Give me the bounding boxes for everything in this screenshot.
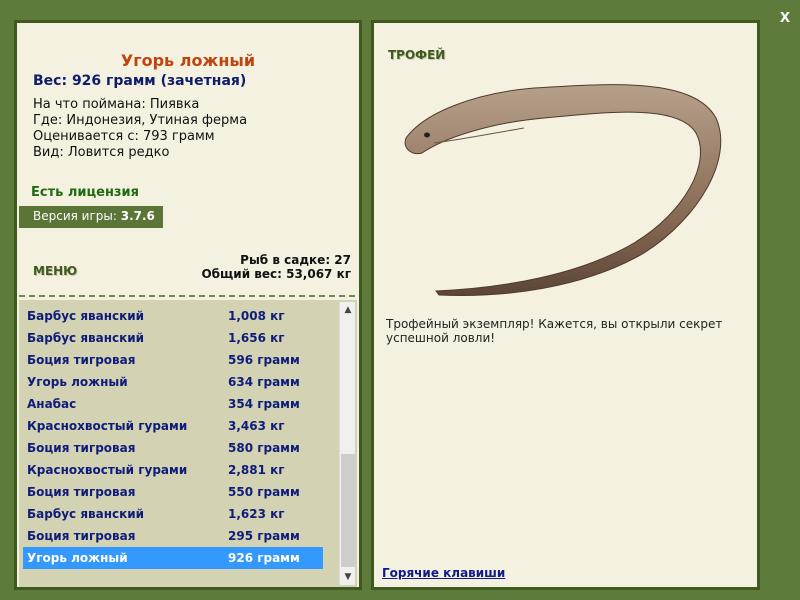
list-item[interactable]: Барбус яванский 1,623 кг xyxy=(23,503,323,525)
catch-list: Барбус яванский 1,008 кг Барбус яванский 1,… xyxy=(19,300,357,587)
catch-weight: 3,463 кг xyxy=(228,419,285,433)
scrollbar[interactable]: ▲ ▼ xyxy=(339,302,355,585)
fish-info-panel: Угорь ложный Вес: 926 грамм (зачетная) Н… xyxy=(14,20,362,590)
list-item[interactable]: Угорь ложный 634 грамм xyxy=(23,371,323,393)
catch-name: Барбус яванский xyxy=(27,331,145,345)
total-weight: Общий вес: 53,067 кг xyxy=(201,267,351,281)
catch-name: Боция тигровая xyxy=(27,353,136,367)
catch-name: Краснохвостый гурами xyxy=(27,463,188,477)
list-item[interactable]: Краснохвостый гурами 3,463 кг xyxy=(23,415,323,437)
catch-weight: 596 грамм xyxy=(228,353,300,367)
license-status: Есть лицензия xyxy=(31,185,139,200)
fish-title: Угорь ложный xyxy=(120,51,256,70)
list-item[interactable]: Угорь ложный 926 грамм xyxy=(23,547,323,569)
rating-detail: Оценивается с: 793 грамм xyxy=(33,129,215,144)
rarity-detail: Вид: Ловится редко xyxy=(33,145,170,160)
catch-name: Анабас xyxy=(27,397,77,411)
list-item[interactable]: Барбус яванский 1,656 кг xyxy=(23,327,323,349)
bait-detail: На что поймана: Пиявка xyxy=(33,97,200,112)
catch-weight: 926 грамм xyxy=(228,551,300,565)
list-item[interactable]: Боция тигровая 295 грамм xyxy=(23,525,323,547)
fish-info: Угорь ложный Вес: 926 грамм (зачетная) Н… xyxy=(17,23,359,293)
catch-weight: 1,656 кг xyxy=(228,331,285,345)
catch-weight: 550 грамм xyxy=(228,485,300,499)
divider xyxy=(19,295,355,297)
list-item[interactable]: Краснохвостый гурами 2,881 кг xyxy=(23,459,323,481)
menu-button[interactable]: МЕНЮ xyxy=(33,264,77,278)
catch-name: Боция тигровая xyxy=(27,441,136,455)
catch-weight: 2,881 кг xyxy=(228,463,285,477)
catch-name: Угорь ложный xyxy=(27,375,128,389)
close-icon[interactable]: x xyxy=(780,6,790,27)
catch-name: Боция тигровая xyxy=(27,529,136,543)
catch-weight: 634 грамм xyxy=(228,375,300,389)
catch-name: Барбус яванский xyxy=(27,309,145,323)
version-label: Версия игры: xyxy=(33,209,117,223)
chevron-down-icon[interactable]: ▼ xyxy=(340,569,356,585)
eel-image xyxy=(404,84,722,296)
trophy-panel: ТРОФЕЙ Трофейный экземпляр! Кажется, вы … xyxy=(371,20,760,590)
version-value: 3.7.6 xyxy=(120,209,155,223)
version-badge: Версия игры: 3.7.6 xyxy=(19,206,163,228)
scrollbar-thumb[interactable] xyxy=(341,454,355,567)
list-item[interactable]: Барбус яванский 1,008 кг xyxy=(23,305,323,327)
trophy-label: ТРОФЕЙ xyxy=(388,48,446,62)
list-item[interactable]: Анабас 354 грамм xyxy=(23,393,323,415)
catch-name: Краснохвостый гурами xyxy=(27,419,188,433)
catch-weight: 580 грамм xyxy=(228,441,300,455)
list-item[interactable]: Боция тигровая 596 грамм xyxy=(23,349,323,371)
catch-name: Барбус яванский xyxy=(27,507,145,521)
catch-weight: 354 грамм xyxy=(228,397,300,411)
catch-weight: 1,008 кг xyxy=(228,309,285,323)
catch-name: Боция тигровая xyxy=(27,485,136,499)
location-detail: Где: Индонезия, Утиная ферма xyxy=(33,113,248,128)
fish-weight: Вес: 926 грамм (зачетная) xyxy=(33,73,247,89)
list-item[interactable]: Боция тигровая 550 грамм xyxy=(23,481,323,503)
cage-stats: Рыб в садке: 27 Общий вес: 53,067 кг xyxy=(201,253,351,281)
chevron-up-icon[interactable]: ▲ xyxy=(340,302,356,318)
list-item[interactable]: Боция тигровая 580 грамм xyxy=(23,437,323,459)
trophy-description: Трофейный экземпляр! Кажется, вы открыли… xyxy=(386,317,723,345)
fish-count: Рыб в садке: 27 xyxy=(240,253,351,267)
catch-name: Угорь ложный xyxy=(27,551,128,565)
hotkeys-link[interactable]: Горячие клавиши xyxy=(382,566,505,580)
catch-weight: 1,623 кг xyxy=(228,507,285,521)
catch-weight: 295 грамм xyxy=(228,529,300,543)
game-window: x Угорь ложный Вес: 926 грамм (зачетная)… xyxy=(0,0,800,600)
